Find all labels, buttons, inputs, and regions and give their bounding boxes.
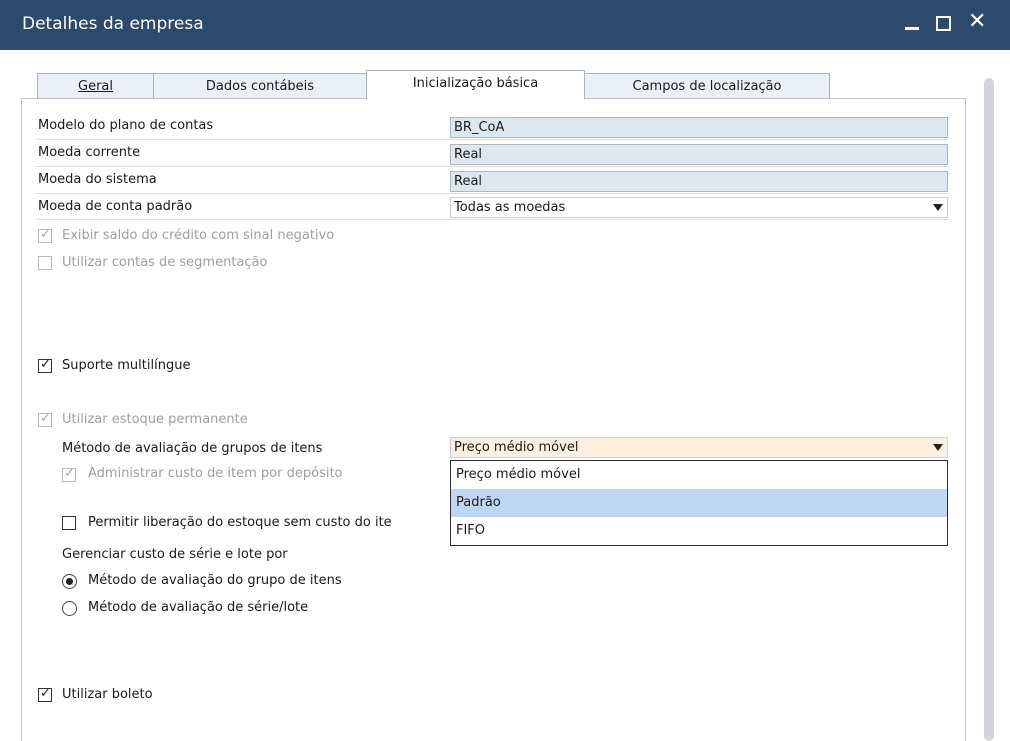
- valuation-method-label: Método de avaliação de grupos de itens: [62, 441, 323, 456]
- radio-group-valuation-label: Método de avaliação do grupo de itens: [88, 573, 342, 588]
- system-currency-label: Moeda do sistema: [38, 172, 157, 187]
- cost-per-warehouse-checkbox[interactable]: ✓: [62, 466, 76, 482]
- dropdown-arrow-icon[interactable]: [933, 444, 943, 451]
- local-currency-field[interactable]: Real: [450, 144, 948, 165]
- valuation-method-dropdown-list: Preço médio móvel Padrão FIFO: [450, 460, 948, 546]
- tab-label: Campos de localização: [632, 79, 782, 94]
- check-icon: ✓: [40, 411, 51, 426]
- minimize-icon: [905, 27, 919, 30]
- tab-campos-localizacao[interactable]: Campos de localização: [584, 73, 830, 100]
- check-icon: ✓: [40, 357, 51, 372]
- default-account-currency-label: Moeda de conta padrão: [38, 199, 193, 214]
- perpetual-inventory-label: Utilizar estoque permanente: [62, 412, 248, 427]
- serial-batch-label: Gerenciar custo de série e lote por: [62, 547, 288, 562]
- release-without-cost-label: Permitir liberação do estoque sem custo …: [88, 515, 392, 530]
- check-icon: ✓: [40, 227, 51, 242]
- tab-label: Dados contábeis: [205, 79, 315, 94]
- tab-inicializacao-basica[interactable]: Inicialização básica: [366, 70, 585, 100]
- perpetual-inventory-checkbox[interactable]: ✓: [38, 411, 52, 427]
- default-account-currency-select[interactable]: Todas as moedas: [450, 197, 948, 218]
- scrollbar-thumb[interactable]: [984, 78, 994, 741]
- minimize-button[interactable]: [898, 8, 926, 38]
- dropdown-arrow-icon[interactable]: [933, 204, 943, 211]
- tab-geral[interactable]: Geral: [37, 73, 154, 100]
- chart-of-accounts-field[interactable]: BR_CoA: [450, 117, 948, 138]
- negative-credit-checkbox[interactable]: ✓: [38, 227, 52, 243]
- release-without-cost-checkbox[interactable]: [62, 516, 76, 530]
- dropdown-option[interactable]: FIFO: [451, 517, 947, 545]
- select-value: Preço médio móvel: [454, 440, 579, 455]
- tab-dados-contabeis[interactable]: Dados contábeis: [153, 73, 367, 100]
- valuation-method-select[interactable]: Preço médio móvel: [450, 437, 948, 458]
- cost-per-warehouse-label: Administrar custo de item por depósito: [88, 466, 343, 481]
- window-body: Geral Dados contábeis Inicialização bási…: [0, 50, 1010, 741]
- local-currency-label: Moeda corrente: [38, 145, 141, 160]
- dropdown-option-highlighted[interactable]: Padrão: [451, 489, 947, 517]
- radio-dot: [66, 578, 73, 585]
- select-value: Todas as moedas: [454, 200, 566, 215]
- tab-label: Inicialização básica: [412, 76, 539, 91]
- segmentation-checkbox[interactable]: [38, 256, 52, 270]
- divider: [36, 139, 948, 140]
- close-button[interactable]: ✕: [964, 8, 992, 38]
- radio-serial-batch-valuation-label: Método de avaliação de série/lote: [88, 600, 309, 615]
- check-icon: ✓: [40, 686, 51, 701]
- segmentation-label: Utilizar contas de segmentação: [62, 255, 268, 270]
- check-icon: ✓: [64, 466, 75, 481]
- title-bar: Detalhes da empresa ✕: [0, 0, 1010, 50]
- close-icon: ✕: [968, 9, 987, 34]
- tab-label: Geral: [78, 79, 113, 94]
- divider: [36, 193, 948, 194]
- radio-serial-batch-valuation[interactable]: [62, 601, 77, 616]
- divider: [36, 166, 948, 167]
- system-currency-field[interactable]: Real: [450, 171, 948, 192]
- dropdown-option[interactable]: Preço médio móvel: [451, 461, 947, 489]
- negative-credit-label: Exibir saldo do crédito com sinal negati…: [62, 228, 335, 243]
- multilingual-label: Suporte multilíngue: [62, 358, 191, 373]
- maximize-button[interactable]: [930, 8, 958, 38]
- divider: [36, 219, 948, 220]
- window-title: Detalhes da empresa: [22, 14, 204, 34]
- maximize-icon: [936, 16, 951, 31]
- radio-group-valuation[interactable]: [62, 574, 77, 589]
- chart-of-accounts-label: Modelo do plano de contas: [38, 118, 214, 133]
- use-boleto-label: Utilizar boleto: [62, 687, 153, 702]
- use-boleto-checkbox[interactable]: ✓: [38, 686, 52, 702]
- multilingual-checkbox[interactable]: ✓: [38, 357, 52, 373]
